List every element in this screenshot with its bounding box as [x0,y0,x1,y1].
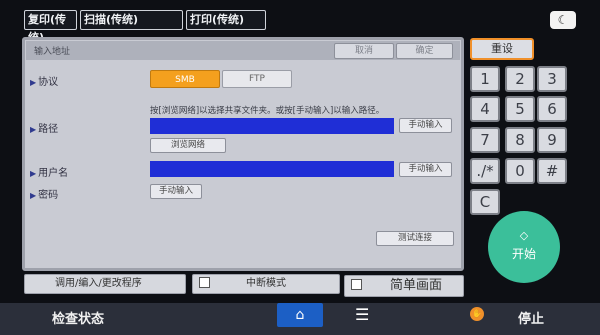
program-button[interactable]: 调用/编入/更改程序 [24,274,186,294]
username-label: ▶ 用户名 [30,168,69,179]
key-clear[interactable]: C [470,189,500,215]
start-button[interactable]: ◇ 开始 [488,211,560,283]
key-6[interactable]: 6 [537,96,567,122]
key-hash[interactable]: # [537,158,567,184]
path-field[interactable] [150,118,394,134]
key-dot-star[interactable]: ./* [470,158,500,184]
key-3[interactable]: 3 [537,66,567,92]
reset-button[interactable]: 重设 [470,38,534,60]
path-manual-input-button[interactable]: 手动输入 [399,118,452,133]
cancel-button[interactable]: 取消 [334,43,394,59]
key-2[interactable]: 2 [505,66,535,92]
tab-print[interactable]: 打印(传统) [186,10,266,30]
protocol-smb-option[interactable]: SMB [150,70,220,88]
interrupt-mode-button[interactable]: 中断模式 [192,274,340,294]
arrow-icon: ▶ [30,169,37,178]
path-label: ▶ 路径 [30,124,59,135]
tab-scan[interactable]: 扫描(传统) [80,10,183,30]
password-manual-input-button[interactable]: 手动输入 [150,184,202,199]
panel-header [26,41,460,60]
start-diamond-icon: ◇ [519,229,529,242]
username-field[interactable] [150,161,394,177]
protocol-ftp-option[interactable]: FTP [222,70,292,88]
username-manual-input-button[interactable]: 手动输入 [399,162,452,177]
test-connection-button[interactable]: 测试连接 [376,231,454,246]
stop-icon[interactable]: ✋ [470,307,484,321]
arrow-icon: ▶ [30,78,37,87]
path-hint: 按[浏览网络]以选择共享文件夹。或按[手动输入]以输入路径。 [150,106,385,116]
home-icon[interactable]: ⌂ [277,303,323,327]
start-label: 开始 [511,247,536,261]
moon-icon[interactable]: ☾ [550,11,576,29]
arrow-icon: ▶ [30,125,37,134]
key-0[interactable]: 0 [505,158,535,184]
key-7[interactable]: 7 [470,127,500,153]
simple-screen-checkbox[interactable] [351,279,362,290]
simple-screen-button[interactable]: 简单画面 [344,275,464,297]
key-4[interactable]: 4 [470,96,500,122]
key-5[interactable]: 5 [505,96,535,122]
check-status-button[interactable]: 检查状态 [52,308,104,327]
panel-title: 输入地址 [34,47,71,57]
menu-icon[interactable]: ☰ [355,305,369,324]
protocol-label: ▶ 协议 [30,77,59,88]
arrow-icon: ▶ [30,191,37,200]
key-9[interactable]: 9 [537,127,567,153]
key-1[interactable]: 1 [470,66,500,92]
key-8[interactable]: 8 [505,127,535,153]
tab-copy[interactable]: 复印(传统) [24,10,77,44]
password-label: ▶ 密码 [30,190,59,201]
stop-button[interactable]: 停止 [518,308,544,327]
confirm-button[interactable]: 确定 [396,43,453,59]
interrupt-checkbox[interactable] [199,276,210,288]
browse-network-button[interactable]: 浏览网络 [150,138,226,153]
